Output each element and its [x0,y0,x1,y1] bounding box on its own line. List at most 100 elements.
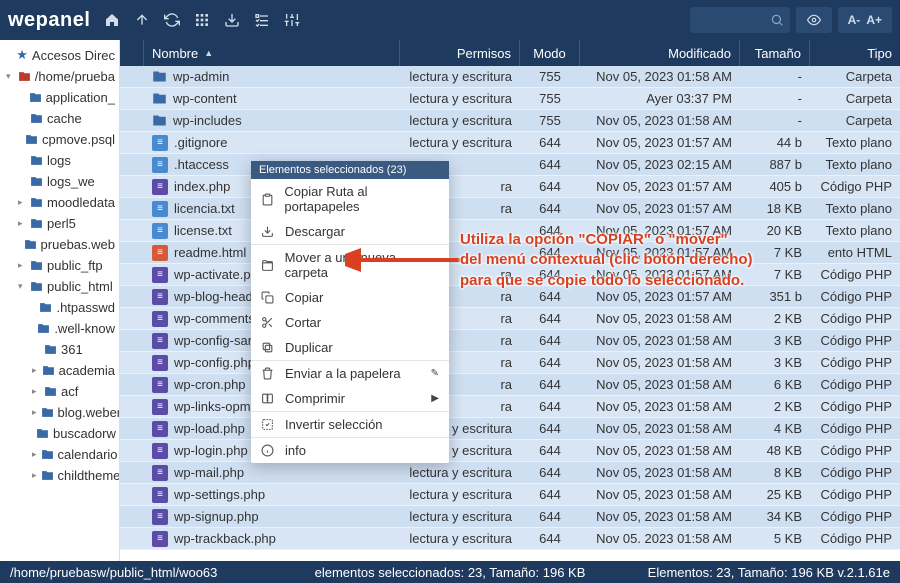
sidebar-item[interactable]: ▸public_ftp [0,255,119,276]
invert-icon [261,418,275,431]
file-icon: ≡ [152,443,168,459]
sidebar-item[interactable]: buscadorw [0,423,119,444]
table-row[interactable]: ≡licencia.txtra644Nov 05, 2023 01:57 AM1… [120,198,900,220]
table-row[interactable]: ≡wp-cron.phpra644Nov 05, 2023 01:58 AM6 … [120,374,900,396]
sidebar-item-label: childtheme [58,468,120,483]
sidebar-item[interactable]: cache [0,108,119,129]
refresh-icon[interactable] [158,6,186,34]
table-row[interactable]: ≡wp-config.phpra644Nov 05, 2023 01:58 AM… [120,352,900,374]
context-menu-item[interactable]: Copiar [251,285,449,310]
sidebar-item[interactable]: ▸blog.weber [0,402,119,423]
file-modified: Nov 05, 2023 01:58 AM [596,311,732,326]
table-row[interactable]: ≡wp-config-sample.ra644Nov 05, 2023 01:5… [120,330,900,352]
file-type: Texto plano [826,223,893,238]
file-modified: Nov 05. 2023 01:58 AM [596,531,732,546]
table-row[interactable]: ≡wp-links-opml.phpra644Nov 05, 2023 01:5… [120,396,900,418]
folder-icon [30,112,43,125]
table-row[interactable]: ≡license.txt644Nov 05, 2023 01:57 AM20 K… [120,220,900,242]
context-menu-item[interactable]: Descargar [251,219,449,244]
sidebar-item[interactable]: pruebas.web [0,234,119,255]
table-row[interactable]: ≡wp-signup.phplectura y escritura644Nov … [120,506,900,528]
home-icon[interactable] [98,6,126,34]
sidebar-item[interactable]: ▸childtheme [0,465,119,486]
file-name: wp-content [173,91,237,106]
file-modified: Nov 05, 2023 01:58 AM [596,113,732,128]
caret-icon: ▸ [18,197,26,208]
table-row[interactable]: ≡index.phpra644Nov 05, 2023 01:57 AM405 … [120,176,900,198]
download-icon[interactable] [218,6,246,34]
up-icon[interactable] [128,6,156,34]
sidebar-item-label: Accesos Direc [32,48,115,63]
caret-icon: ▸ [18,218,26,229]
view-toggle[interactable] [796,7,832,33]
file-mode: 644 [539,531,561,546]
sidebar-item[interactable]: ▸academia [0,360,119,381]
file-icon: ≡ [152,377,168,393]
compress-icon [261,392,275,405]
table-row[interactable]: wp-contentlectura y escritura755Ayer 03:… [120,88,900,110]
file-name: wp-admin [173,69,229,84]
sidebar-item[interactable]: .htpasswd [0,297,119,318]
table-row[interactable]: ≡wp-load.phplectura y escritura644Nov 05… [120,418,900,440]
context-menu-item[interactable]: info [251,437,449,463]
table-row[interactable]: wp-adminlectura y escritura755Nov 05, 20… [120,66,900,88]
font-size-control[interactable]: A- A+ [838,7,892,33]
column-size[interactable]: Tamaño [740,40,810,66]
context-menu-label: Cortar [285,315,321,330]
search-input[interactable] [690,7,790,33]
folder-icon [29,91,42,104]
table-row[interactable]: ≡.htaccess644Nov 05, 2023 02:15 AM887 bT… [120,154,900,176]
file-mode: 644 [539,157,561,172]
file-size: 20 KB [767,223,802,238]
sidebar-item[interactable]: .well-know [0,318,119,339]
sidebar-item[interactable]: ▾/home/prueba [0,66,119,87]
table-row[interactable]: ≡readme.html644Nov 05, 2023 01:57 AM7 KB… [120,242,900,264]
sidebar-item[interactable]: ▸perl5 [0,213,119,234]
column-permissions[interactable]: Permisos [400,40,520,66]
sidebar-item[interactable]: 361 [0,339,119,360]
sidebar-item[interactable]: ▸acf [0,381,119,402]
table-row[interactable]: ≡wp-activate.phpra644Nov 05, 2023 01:57 … [120,264,900,286]
context-menu-item[interactable]: Enviar a la papelera✎ [251,360,449,386]
table-row[interactable]: ≡wp-comments-posra644Nov 05, 2023 01:58 … [120,308,900,330]
font-plus-button[interactable]: A+ [864,13,884,27]
column-name[interactable]: Nombre▲ [144,40,400,66]
sidebar-item[interactable]: logs_we [0,171,119,192]
table-row[interactable]: wp-includeslectura y escritura755Nov 05,… [120,110,900,132]
font-minus-button[interactable]: A- [846,13,863,27]
column-type[interactable]: Tipo [810,40,900,66]
context-menu-item[interactable]: Mover a una nueva carpeta [251,244,449,285]
table-row[interactable]: ≡.gitignorelectura y escritura644Nov 05,… [120,132,900,154]
folder-icon [36,427,49,440]
file-size: 25 KB [767,487,802,502]
file-name: wp-signup.php [174,509,259,524]
sidebar-item[interactable]: ▾public_html [0,276,119,297]
context-menu-item[interactable]: Invertir selección [251,411,449,437]
caret-icon: ▸ [32,407,37,418]
file-type: Código PHP [820,333,892,348]
sidebar-item[interactable]: application_ [0,87,119,108]
sidebar-item[interactable]: logs [0,150,119,171]
table-row[interactable]: ≡wp-trackback.phplectura y escritura644N… [120,528,900,550]
table-row[interactable]: ≡wp-settings.phplectura y escritura644No… [120,484,900,506]
sidebar-item-label: 361 [61,342,83,357]
context-menu-item[interactable]: Duplicar [251,335,449,360]
sidebar-item[interactable]: ▸calendario [0,444,119,465]
sliders-icon[interactable] [278,6,306,34]
table-row[interactable]: ≡wp-login.phplectura y escritura644Nov 0… [120,440,900,462]
checklist-icon[interactable] [248,6,276,34]
table-row[interactable]: ≡wp-blog-header.phra644Nov 05, 2023 01:5… [120,286,900,308]
sidebar-item[interactable]: cpmove.psql [0,129,119,150]
checkbox-header[interactable] [120,40,144,66]
context-menu-item[interactable]: Copiar Ruta al portapapeles [251,179,449,219]
context-menu-item[interactable]: Cortar [251,310,449,335]
eye-icon[interactable] [804,13,824,27]
grid-icon[interactable] [188,6,216,34]
column-mode[interactable]: Modo [520,40,580,66]
context-menu-item[interactable]: Comprimir▶ [251,386,449,411]
table-row[interactable]: ≡wp-mail.phplectura y escritura644Nov 05… [120,462,900,484]
column-modified[interactable]: Modificado [580,40,740,66]
file-size: 18 KB [767,201,802,216]
sidebar-item[interactable]: ▸moodledata [0,192,119,213]
sidebar-item[interactable]: ★Accesos Direc [0,44,119,66]
